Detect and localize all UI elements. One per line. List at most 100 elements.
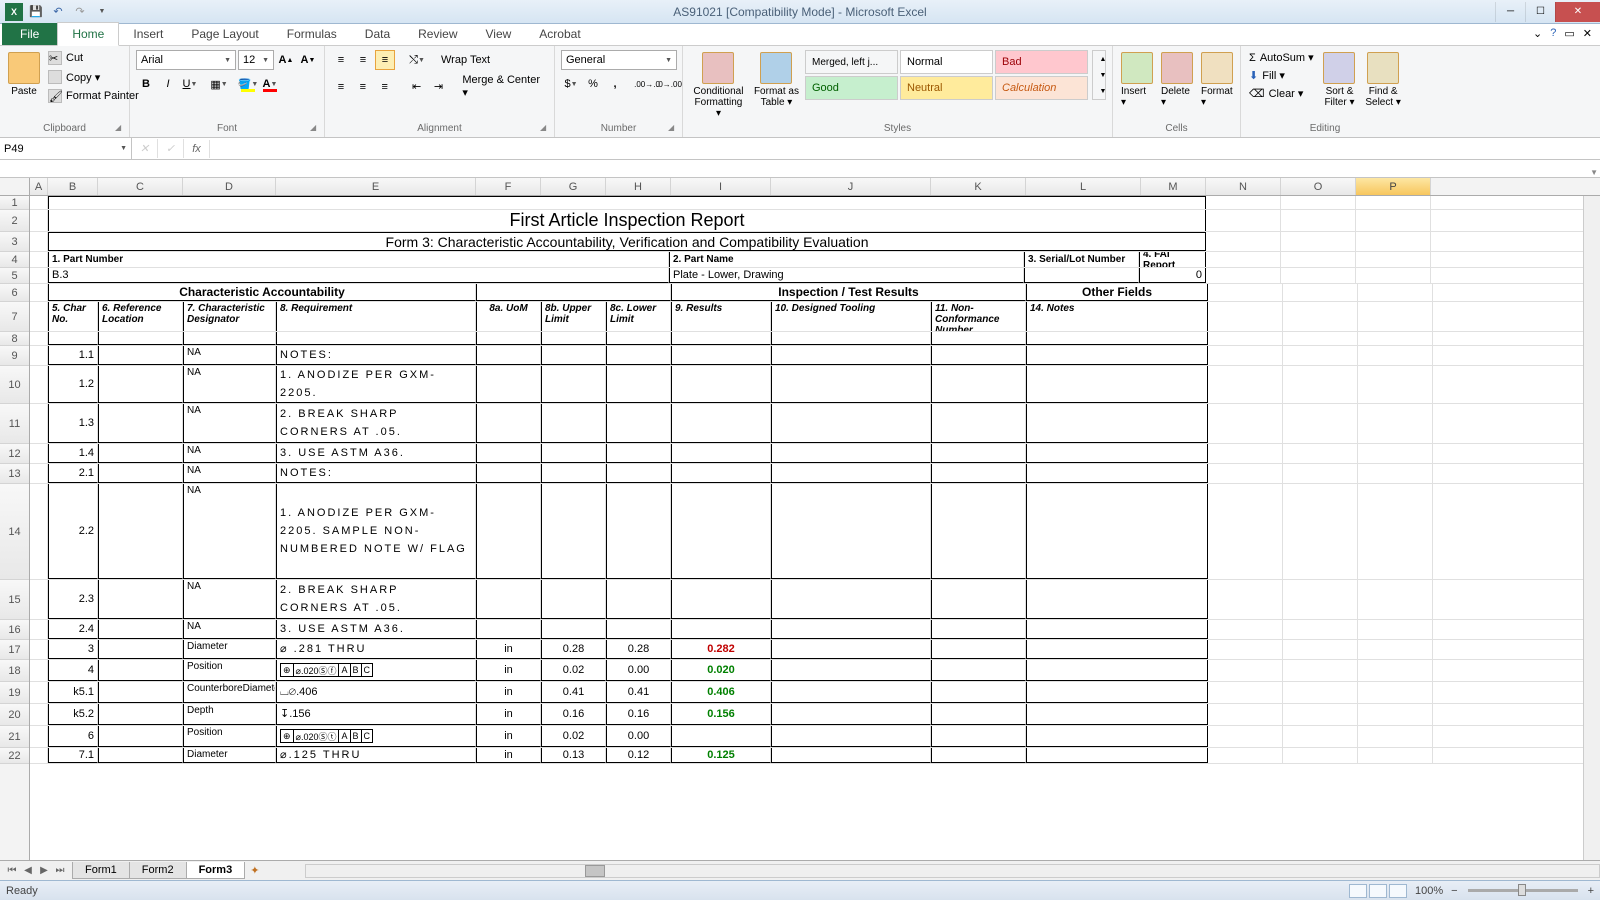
- cell[interactable]: [671, 366, 771, 403]
- cell[interactable]: [541, 620, 606, 639]
- row-header-14[interactable]: 14: [0, 484, 29, 580]
- cell[interactable]: [541, 444, 606, 463]
- nav-last-icon[interactable]: ⏭: [52, 865, 68, 876]
- cell[interactable]: 2.3: [48, 580, 98, 619]
- new-sheet-button[interactable]: ✦: [244, 864, 265, 877]
- cut-button[interactable]: ✂Cut: [46, 50, 141, 66]
- save-icon[interactable]: 💾: [27, 3, 45, 21]
- cell[interactable]: [771, 332, 931, 345]
- cell[interactable]: 0.41: [541, 682, 606, 703]
- tab-insert[interactable]: Insert: [119, 23, 177, 45]
- cell[interactable]: ⊕⌀.020ⓈⓣABC: [276, 726, 476, 747]
- cell[interactable]: [476, 332, 541, 345]
- cell[interactable]: [1206, 196, 1281, 209]
- cell[interactable]: [1356, 210, 1431, 231]
- cell[interactable]: Position: [183, 726, 276, 747]
- cell[interactable]: NA: [183, 464, 276, 483]
- undo-icon[interactable]: ↶: [49, 3, 67, 21]
- col-header-N[interactable]: N: [1206, 178, 1281, 195]
- styles-down-button[interactable]: ▼: [1093, 67, 1113, 83]
- cell[interactable]: 0.282: [671, 640, 771, 659]
- cell[interactable]: [98, 640, 183, 659]
- cell[interactable]: in: [476, 704, 541, 725]
- sort-filter-button[interactable]: Sort & Filter ▾: [1320, 50, 1360, 110]
- cell[interactable]: 1.4: [48, 444, 98, 463]
- cell[interactable]: Characteristic Accountability: [48, 284, 476, 301]
- cell[interactable]: 4: [48, 660, 98, 681]
- cell[interactable]: [476, 444, 541, 463]
- cell[interactable]: [1356, 196, 1431, 209]
- cell[interactable]: [1206, 210, 1281, 231]
- cell[interactable]: 0.02: [541, 726, 606, 747]
- cell[interactable]: Other Fields: [1026, 284, 1208, 301]
- cell[interactable]: [1283, 726, 1358, 747]
- cell[interactable]: [1026, 660, 1208, 681]
- cell[interactable]: [1283, 682, 1358, 703]
- row-header-4[interactable]: 4: [0, 252, 29, 268]
- cell[interactable]: [771, 484, 931, 579]
- cell[interactable]: [541, 580, 606, 619]
- cell[interactable]: in: [476, 682, 541, 703]
- cell[interactable]: [183, 332, 276, 345]
- minimize-button[interactable]: ─: [1495, 2, 1525, 22]
- cell[interactable]: [30, 252, 48, 267]
- cell[interactable]: ⌴⌀.406: [276, 682, 476, 703]
- cell[interactable]: [98, 464, 183, 483]
- bold-button[interactable]: B: [136, 74, 156, 94]
- select-all-corner[interactable]: [0, 178, 30, 195]
- cell[interactable]: 0.28: [541, 640, 606, 659]
- cell[interactable]: Diameter: [183, 748, 276, 763]
- cell[interactable]: [30, 704, 48, 725]
- cell[interactable]: [30, 660, 48, 681]
- cell[interactable]: [771, 366, 931, 403]
- cell[interactable]: [1026, 704, 1208, 725]
- cell[interactable]: 0.02: [541, 660, 606, 681]
- cell[interactable]: 0.125: [671, 748, 771, 763]
- row-header-8[interactable]: 8: [0, 332, 29, 346]
- cell[interactable]: ⌀.125 THRU: [276, 748, 476, 763]
- vscrollbar[interactable]: [1583, 196, 1600, 860]
- cell[interactable]: [1208, 366, 1283, 403]
- wrap-text-button[interactable]: Wrap Text: [441, 54, 490, 66]
- cell[interactable]: [931, 682, 1026, 703]
- cell[interactable]: in: [476, 748, 541, 763]
- cell[interactable]: 6: [48, 726, 98, 747]
- cell[interactable]: [1208, 332, 1283, 345]
- row-header-15[interactable]: 15: [0, 580, 29, 620]
- cell[interactable]: [771, 682, 931, 703]
- cell[interactable]: k5.2: [48, 704, 98, 725]
- col-header-I[interactable]: I: [671, 178, 771, 195]
- cell[interactable]: [30, 196, 48, 209]
- cell[interactable]: [1024, 268, 1139, 283]
- cell[interactable]: [671, 620, 771, 639]
- row-header-20[interactable]: 20: [0, 704, 29, 726]
- cell[interactable]: [30, 682, 48, 703]
- cell[interactable]: [476, 620, 541, 639]
- cell[interactable]: ⌀ .281 THRU: [276, 640, 476, 659]
- align-bottom-button[interactable]: ≡: [375, 50, 395, 70]
- cell[interactable]: [1358, 346, 1433, 365]
- cell[interactable]: [1283, 640, 1358, 659]
- nav-next-icon[interactable]: ▶: [36, 865, 52, 876]
- row-header-13[interactable]: 13: [0, 464, 29, 484]
- cell[interactable]: NA: [183, 346, 276, 365]
- cell[interactable]: [1283, 484, 1358, 579]
- name-box[interactable]: P49▼: [0, 138, 132, 159]
- alignment-launcher[interactable]: ◢: [540, 123, 552, 135]
- cell[interactable]: 0.12: [606, 748, 671, 763]
- cell[interactable]: [30, 620, 48, 639]
- cell[interactable]: [1208, 726, 1283, 747]
- cell[interactable]: [1281, 232, 1356, 251]
- cell[interactable]: [98, 748, 183, 763]
- cell[interactable]: [1281, 210, 1356, 231]
- view-pagebreak-button[interactable]: [1389, 884, 1407, 898]
- col-header-A[interactable]: A: [30, 178, 48, 195]
- number-format-combo[interactable]: General▼: [561, 50, 677, 70]
- window-restore-icon[interactable]: ▭: [1564, 27, 1574, 40]
- cell[interactable]: [1026, 464, 1208, 483]
- row-header-11[interactable]: 11: [0, 404, 29, 444]
- cell[interactable]: [606, 580, 671, 619]
- cell[interactable]: 0: [1139, 268, 1206, 283]
- cell[interactable]: [1356, 232, 1431, 251]
- close-button[interactable]: ✕: [1555, 2, 1600, 22]
